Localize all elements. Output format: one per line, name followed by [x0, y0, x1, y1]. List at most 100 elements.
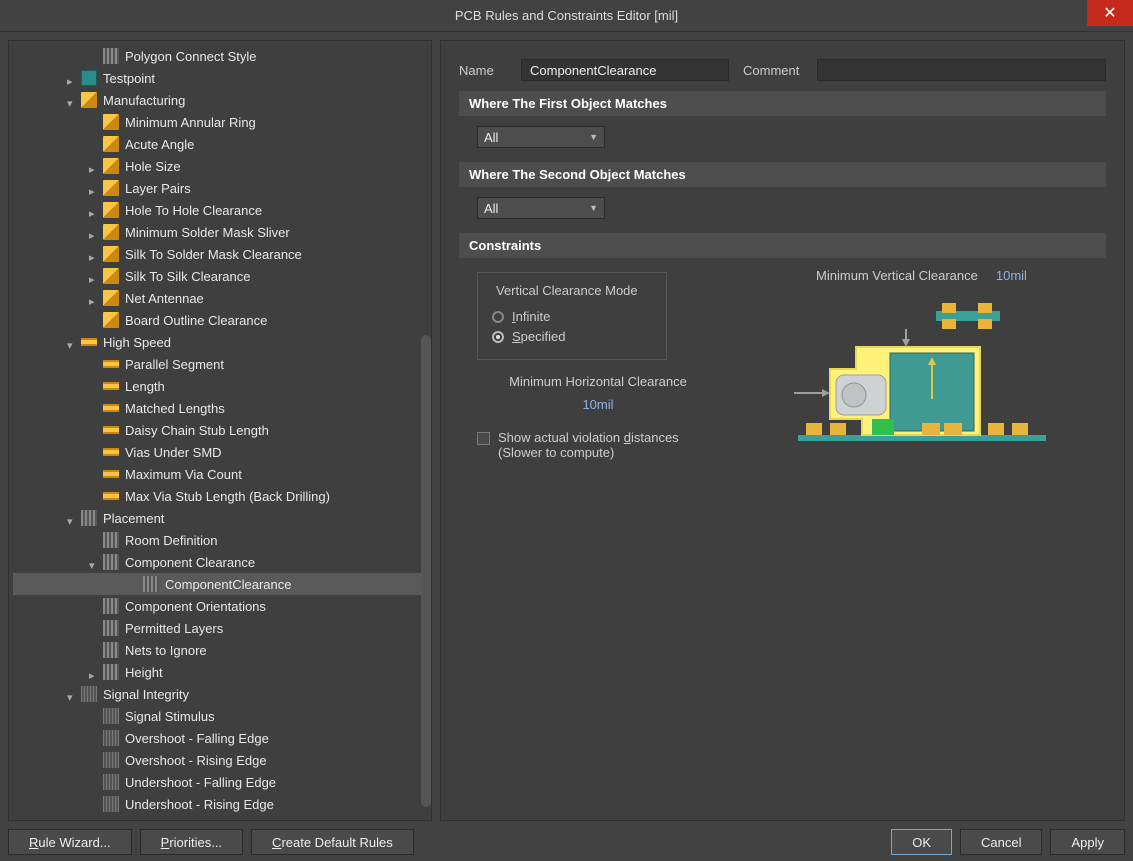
radio-icon	[492, 311, 504, 323]
caret-icon[interactable]	[89, 227, 99, 237]
tree-item[interactable]: Polygon Connect Style	[13, 45, 427, 67]
tree-item[interactable]: Signal Integrity	[13, 683, 427, 705]
tree-item-label: Component Orientations	[125, 599, 266, 614]
rule-category-icon	[103, 492, 119, 500]
tree-item[interactable]: Minimum Annular Ring	[13, 111, 427, 133]
rule-category-icon	[81, 338, 97, 346]
tree-item[interactable]: Manufacturing	[13, 89, 427, 111]
first-scope-dropdown[interactable]: All	[477, 126, 605, 148]
tree-item[interactable]: Permitted Layers	[13, 617, 427, 639]
tree-item[interactable]: Component Clearance	[13, 551, 427, 573]
mhc-value[interactable]: 10mil	[477, 397, 719, 412]
caret-icon[interactable]	[89, 205, 99, 215]
rule-category-icon	[103, 224, 119, 240]
first-scope-value: All	[484, 130, 498, 145]
tree-item[interactable]: Room Definition	[13, 529, 427, 551]
rule-wizard-button[interactable]: Rule Wizard...	[8, 829, 132, 855]
caret-icon[interactable]	[89, 557, 99, 567]
tree-item-label: Silk To Solder Mask Clearance	[125, 247, 302, 262]
tree-item[interactable]: Acute Angle	[13, 133, 427, 155]
tree-item-label: Nets to Ignore	[125, 643, 207, 658]
apply-button[interactable]: Apply	[1050, 829, 1125, 855]
caret-none-icon	[89, 601, 99, 611]
tree-item[interactable]: Maximum Via Count	[13, 463, 427, 485]
tree-scrollbar[interactable]	[421, 335, 431, 807]
tree-item-label: Room Definition	[125, 533, 218, 548]
titlebar: PCB Rules and Constraints Editor [mil] ✕	[0, 0, 1133, 32]
tree-item[interactable]: Nets to Ignore	[13, 639, 427, 661]
caret-icon[interactable]	[67, 95, 77, 105]
caret-icon[interactable]	[67, 73, 77, 83]
close-button[interactable]: ✕	[1087, 0, 1133, 26]
tree-item[interactable]: Hole Size	[13, 155, 427, 177]
constraints-header: Constraints	[459, 233, 1106, 258]
caret-icon[interactable]	[89, 183, 99, 193]
rule-category-icon	[103, 730, 119, 746]
rule-category-icon	[103, 290, 119, 306]
caret-icon[interactable]	[67, 689, 77, 699]
create-default-rules-button[interactable]: Create Default Rules	[251, 829, 414, 855]
tree-item[interactable]: Undershoot - Rising Edge	[13, 793, 427, 815]
rule-category-icon	[103, 796, 119, 812]
tree-item[interactable]: Length	[13, 375, 427, 397]
tree-item[interactable]: Net Antennae	[13, 287, 427, 309]
second-scope-dropdown[interactable]: All	[477, 197, 605, 219]
tree-item[interactable]: Minimum Solder Mask Sliver	[13, 221, 427, 243]
tree-item-label: Board Outline Clearance	[125, 313, 267, 328]
caret-none-icon	[89, 623, 99, 633]
checkbox-icon	[477, 432, 490, 445]
vertical-clearance-mode-fieldset: Vertical Clearance Mode Infinite Specifi…	[477, 272, 667, 360]
caret-none-icon	[89, 777, 99, 787]
tree-item[interactable]: Vias Under SMD	[13, 441, 427, 463]
radio-icon	[492, 331, 504, 343]
show-violations-checkbox[interactable]: Show actual violation distances (Slower …	[477, 430, 719, 460]
caret-icon[interactable]	[67, 337, 77, 347]
tree-item[interactable]: Overshoot - Rising Edge	[13, 749, 427, 771]
tree-item[interactable]: Height	[13, 661, 427, 683]
radio-infinite[interactable]: Infinite	[492, 309, 652, 324]
caret-icon[interactable]	[89, 271, 99, 281]
tree-item[interactable]: Silk To Silk Clearance	[13, 265, 427, 287]
mvc-value[interactable]: 10mil	[996, 268, 1027, 283]
tree-item[interactable]: Hole To Hole Clearance	[13, 199, 427, 221]
tree-item[interactable]: Placement	[13, 507, 427, 529]
first-object-header: Where The First Object Matches	[459, 91, 1106, 116]
tree-item[interactable]: High Speed	[13, 331, 427, 353]
caret-icon[interactable]	[89, 667, 99, 677]
caret-icon[interactable]	[89, 161, 99, 171]
rule-category-icon	[81, 510, 97, 526]
editor-panel: Name Comment Where The First Object Matc…	[440, 40, 1125, 821]
rules-tree[interactable]: Polygon Connect StyleTestpointManufactur…	[13, 45, 427, 816]
comment-input[interactable]	[817, 59, 1106, 81]
tree-item[interactable]: Parallel Segment	[13, 353, 427, 375]
tree-item[interactable]: Layer Pairs	[13, 177, 427, 199]
tree-item[interactable]: Signal Stimulus	[13, 705, 427, 727]
tree-item[interactable]: Undershoot - Falling Edge	[13, 771, 427, 793]
caret-icon[interactable]	[67, 513, 77, 523]
name-input[interactable]	[521, 59, 729, 81]
caret-none-icon	[89, 799, 99, 809]
caret-icon[interactable]	[89, 293, 99, 303]
caret-none-icon	[89, 755, 99, 765]
radio-specified[interactable]: Specified	[492, 329, 652, 344]
tree-item[interactable]: Daisy Chain Stub Length	[13, 419, 427, 441]
tree-item[interactable]: ComponentClearance	[13, 573, 427, 595]
tree-item-label: Placement	[103, 511, 164, 526]
tree-item[interactable]: Testpoint	[13, 67, 427, 89]
ok-button[interactable]: OK	[891, 829, 952, 855]
tree-item[interactable]: Max Via Stub Length (Back Drilling)	[13, 485, 427, 507]
tree-item[interactable]: Silk To Solder Mask Clearance	[13, 243, 427, 265]
tree-item[interactable]: Board Outline Clearance	[13, 309, 427, 331]
caret-icon[interactable]	[89, 249, 99, 259]
caret-none-icon	[129, 579, 139, 589]
tree-item[interactable]: Matched Lengths	[13, 397, 427, 419]
mvc-label: Minimum Vertical Clearance	[816, 268, 978, 283]
caret-none-icon	[89, 711, 99, 721]
cancel-button[interactable]: Cancel	[960, 829, 1042, 855]
caret-none-icon	[89, 733, 99, 743]
tree-item[interactable]: Overshoot - Falling Edge	[13, 727, 427, 749]
rule-category-icon	[103, 448, 119, 456]
tree-item[interactable]: Component Orientations	[13, 595, 427, 617]
tree-item-label: Permitted Layers	[125, 621, 223, 636]
priorities-button[interactable]: Priorities...	[140, 829, 243, 855]
